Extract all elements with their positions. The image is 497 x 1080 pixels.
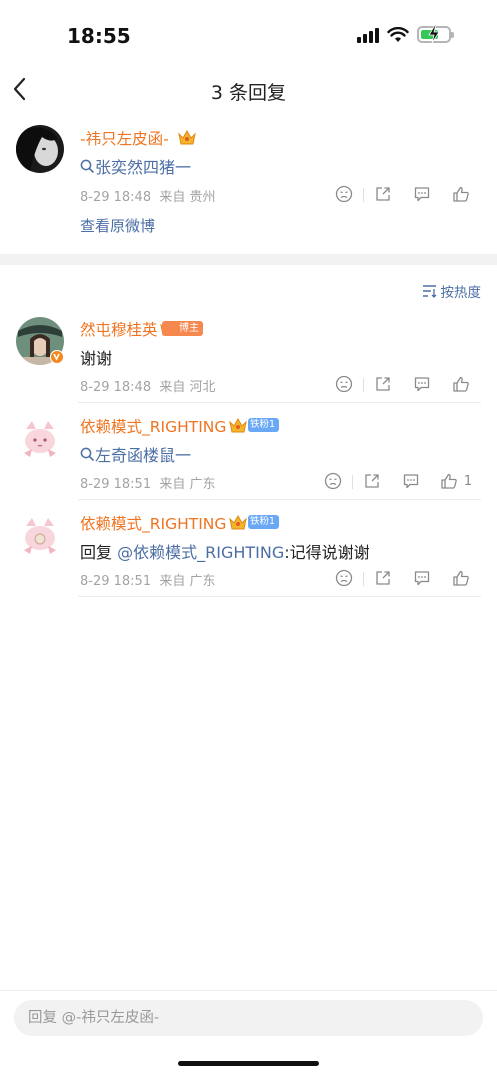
reply-item: 依赖模式_RIGHTING 铁粉1 回复 @依赖模式_RIGHTING:记得说谢… xyxy=(0,508,497,598)
avatar[interactable] xyxy=(16,512,64,560)
share-icon xyxy=(375,377,390,391)
reply-username[interactable]: 依赖模式_RIGHTING xyxy=(80,415,226,437)
share-button[interactable] xyxy=(363,375,402,393)
reply-meta: 8-29 18:48 来自 河北 xyxy=(80,376,216,395)
dislike-button[interactable] xyxy=(324,375,363,393)
status-bar: 18:55 xyxy=(0,0,497,70)
comment-button[interactable] xyxy=(402,185,441,203)
author-badge: 博主 xyxy=(162,321,203,336)
share-button[interactable] xyxy=(363,185,402,203)
like-button[interactable]: 1 xyxy=(430,472,482,490)
reply-prefix: 回复 xyxy=(80,543,113,562)
search-link-text: 左奇函楼鼠一 xyxy=(95,446,192,465)
share-icon xyxy=(364,474,379,488)
dislike-face-icon xyxy=(335,185,352,203)
input-bar-divider xyxy=(0,990,497,991)
original-comment: -祎只左皮函- 张奕然四猪一 8-29 18:48 来自 贵州 查看原微博 xyxy=(0,112,497,254)
like-thumb-icon xyxy=(452,186,469,202)
view-original-link[interactable]: 查看原微博 xyxy=(80,215,155,236)
search-link[interactable]: 张奕然四猪一 xyxy=(80,154,191,178)
crown-icon xyxy=(229,417,247,433)
reply-text: :记得说谢谢 xyxy=(284,543,370,562)
share-icon xyxy=(375,187,390,201)
nav-bar: 3 条回复 xyxy=(0,70,497,110)
reply-content: 回复 @依赖模式_RIGHTING:记得说谢谢 xyxy=(80,539,370,563)
comment-date: 8-29 18:48 xyxy=(80,190,152,205)
comment-icon xyxy=(403,474,418,489)
like-count: 1 xyxy=(463,473,473,489)
sort-by-heat-button[interactable]: 按热度 xyxy=(422,281,482,301)
comment-username[interactable]: -祎只左皮函- xyxy=(80,127,169,149)
reply-item: 然屯穆桂英 博主 谢谢 8-29 18:48 来自 河北 xyxy=(0,314,497,404)
search-icon xyxy=(80,159,94,173)
reply-text: 谢谢 xyxy=(80,349,113,368)
reply-date: 8-29 18:48 xyxy=(80,380,152,395)
reply-actions xyxy=(324,375,480,393)
status-time: 18:55 xyxy=(67,24,131,48)
reply-date: 8-29 18:51 xyxy=(80,477,152,492)
comment-button[interactable] xyxy=(402,569,441,587)
like-thumb-icon xyxy=(452,570,469,586)
dislike-button[interactable] xyxy=(324,569,363,587)
verified-badge-icon xyxy=(50,350,64,364)
battery-icon xyxy=(417,25,454,43)
like-button[interactable] xyxy=(441,375,480,393)
avatar[interactable] xyxy=(16,415,64,463)
wifi-icon xyxy=(387,26,409,42)
status-icons xyxy=(357,25,454,43)
dislike-button[interactable] xyxy=(313,472,352,490)
search-link[interactable]: 左奇函楼鼠一 xyxy=(80,442,191,466)
signal-icon xyxy=(357,27,379,43)
crown-icon xyxy=(178,129,196,145)
reply-meta: 8-29 18:51 来自 广东 xyxy=(80,473,216,492)
sort-icon xyxy=(422,285,436,298)
sort-label: 按热度 xyxy=(440,285,482,301)
dislike-face-icon xyxy=(335,375,352,393)
dislike-face-icon xyxy=(324,472,341,490)
like-button[interactable] xyxy=(441,185,480,203)
home-indicator[interactable] xyxy=(178,1061,319,1066)
search-link-text: 张奕然四猪一 xyxy=(95,158,192,177)
reply-username[interactable]: 然屯穆桂英 xyxy=(80,318,158,340)
comment-meta: 8-29 18:48 来自 贵州 xyxy=(80,186,216,205)
reply-location: 来自 广东 xyxy=(159,574,216,589)
reply-input[interactable] xyxy=(14,1000,483,1036)
divider xyxy=(78,499,481,500)
search-icon xyxy=(80,447,94,461)
page-title: 3 条回复 xyxy=(210,82,287,104)
section-separator xyxy=(0,254,497,265)
mention-link[interactable]: @依赖模式_RIGHTING xyxy=(117,543,284,562)
share-button[interactable] xyxy=(363,569,402,587)
comment-icon xyxy=(414,571,429,586)
divider xyxy=(78,596,481,597)
reply-item: 依赖模式_RIGHTING 铁粉1 左奇函楼鼠一 8-29 18:51 来自 广… xyxy=(0,411,497,501)
comment-button[interactable] xyxy=(402,375,441,393)
reply-location: 来自 广东 xyxy=(159,477,216,492)
fan-badge: 铁粉1 xyxy=(248,418,280,432)
reply-location: 来自 河北 xyxy=(159,380,216,395)
share-icon xyxy=(375,571,390,585)
comment-actions xyxy=(324,185,480,203)
comment-icon xyxy=(414,187,429,202)
dislike-face-icon xyxy=(335,569,352,587)
like-button[interactable] xyxy=(441,569,480,587)
like-thumb-icon xyxy=(452,376,469,392)
reply-meta: 8-29 18:51 来自 广东 xyxy=(80,570,216,589)
reply-actions: 1 xyxy=(313,472,482,490)
reply-date: 8-29 18:51 xyxy=(80,574,152,589)
fan-badge: 铁粉1 xyxy=(248,515,280,529)
reply-username[interactable]: 依赖模式_RIGHTING xyxy=(80,512,226,534)
crown-icon xyxy=(229,514,247,530)
dislike-button[interactable] xyxy=(324,185,363,203)
avatar[interactable] xyxy=(16,125,64,173)
comment-button[interactable] xyxy=(391,472,430,490)
comment-icon xyxy=(414,377,429,392)
share-button[interactable] xyxy=(352,472,391,490)
reply-actions xyxy=(324,569,480,587)
divider xyxy=(78,402,481,403)
like-thumb-icon xyxy=(441,473,457,489)
comment-location: 来自 贵州 xyxy=(159,190,216,205)
